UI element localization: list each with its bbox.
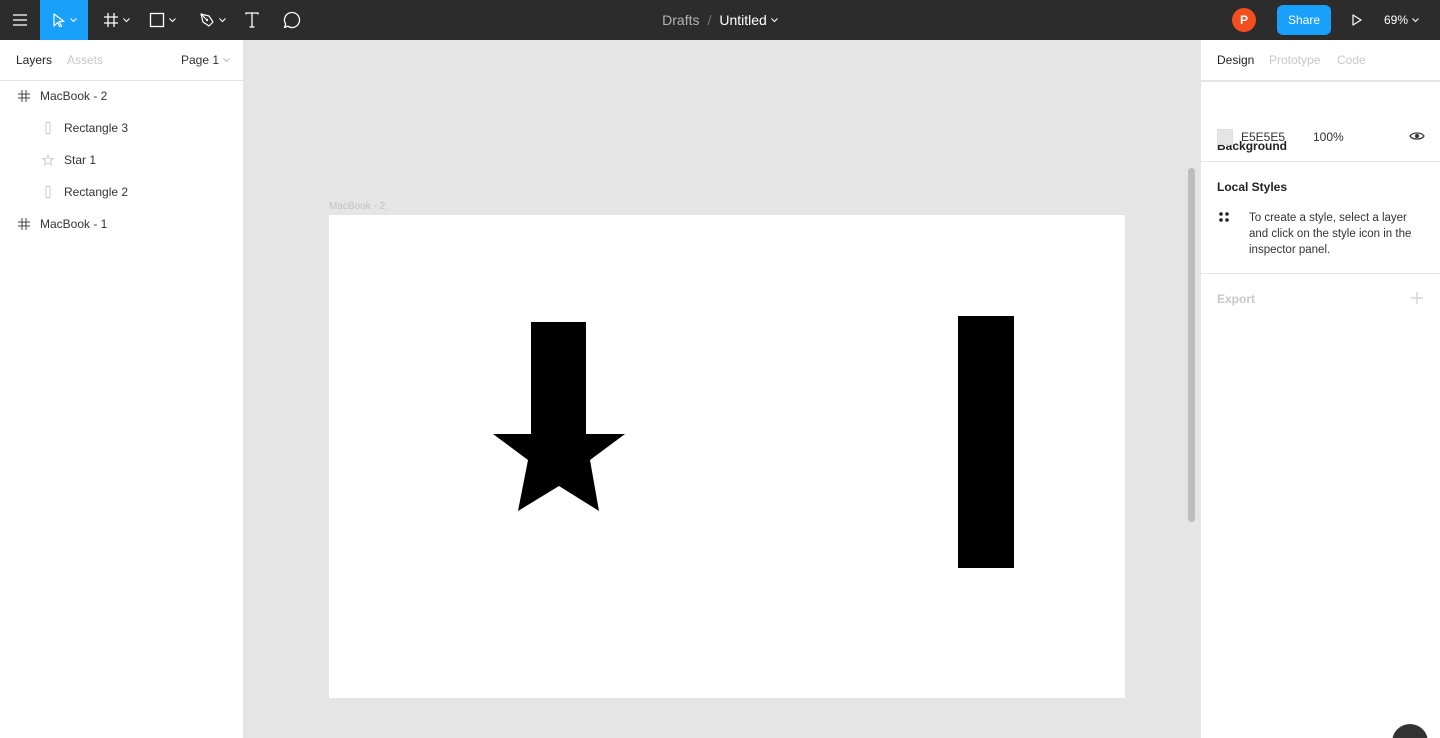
frame-tool-button[interactable]: [96, 0, 136, 40]
canvas[interactable]: MacBook - 2: [244, 40, 1200, 738]
pen-tool-icon: [199, 13, 214, 27]
zoom-menu[interactable]: 69%: [1384, 0, 1432, 40]
layer-row-rectangle-3[interactable]: Rectangle 3: [41, 112, 128, 144]
text-tool-button[interactable]: [236, 0, 268, 40]
layer-row-macbook-1[interactable]: MacBook - 1: [17, 208, 107, 240]
right-panel-tabs: Design Prototype Code: [1201, 40, 1440, 81]
chevron-down-icon: [770, 17, 778, 22]
frame-tool-icon: [103, 13, 118, 27]
background-hex-input[interactable]: E5E5E5: [1241, 130, 1285, 144]
rectangle-3-shape[interactable]: [531, 322, 586, 440]
layer-name: MacBook - 2: [40, 89, 108, 103]
layer-row-rectangle-2[interactable]: Rectangle 2: [41, 176, 128, 208]
background-section: Background: [1201, 81, 1440, 153]
export-title: Export: [1217, 292, 1256, 306]
inspector-panel: Design Prototype Code Background E5E5E5 …: [1200, 40, 1440, 738]
share-button[interactable]: Share: [1277, 5, 1331, 35]
chevron-down-icon: [168, 17, 176, 22]
layer-row-macbook-2[interactable]: MacBook - 2: [17, 80, 107, 112]
tab-code[interactable]: Code: [1337, 53, 1366, 67]
divider: [1201, 273, 1440, 274]
chevron-down-icon: [218, 17, 226, 22]
layer-name: Star 1: [64, 153, 97, 167]
pen-tool-button[interactable]: [192, 0, 232, 40]
comment-tool-button[interactable]: [276, 0, 308, 40]
layer-name: MacBook - 1: [40, 217, 108, 231]
vertical-scrollbar[interactable]: [1188, 168, 1195, 522]
frame-macbook-2[interactable]: [329, 215, 1125, 698]
text-tool-icon: [245, 12, 259, 28]
chevron-down-icon: [122, 17, 130, 22]
top-toolbar: Drafts / Untitled P Share 69%: [0, 0, 1440, 40]
rectangle-tool-icon: [149, 12, 164, 28]
breadcrumb-drafts-link[interactable]: Drafts: [662, 12, 699, 28]
page-selector[interactable]: Page 1: [181, 53, 230, 67]
file-name: Untitled: [719, 12, 767, 28]
user-avatar[interactable]: P: [1232, 8, 1256, 32]
style-grid-icon: [1219, 212, 1229, 222]
local-styles-hint: To create a style, select a layer and cl…: [1249, 212, 1412, 256]
layer-row-star-1[interactable]: Star 1: [41, 144, 96, 176]
background-opacity-input[interactable]: 100%: [1313, 130, 1344, 144]
tab-layers[interactable]: Layers: [16, 53, 52, 67]
tab-design[interactable]: Design: [1217, 53, 1254, 67]
left-panel-tabs: Layers Assets Page 1: [0, 40, 243, 81]
star-1-shape[interactable]: [493, 434, 625, 531]
present-button[interactable]: [1344, 0, 1370, 40]
background-color-swatch[interactable]: [1217, 129, 1233, 145]
chevron-down-icon: [1412, 17, 1419, 22]
move-tool-icon: [52, 13, 65, 27]
tab-assets[interactable]: Assets: [67, 53, 103, 67]
rectangle-icon: [41, 185, 55, 199]
layers-panel: Layers Assets Page 1 MacBook - 2 Rectang…: [0, 40, 244, 738]
file-name-menu[interactable]: Untitled: [719, 12, 778, 28]
shape-tool-button[interactable]: [142, 0, 182, 40]
layer-name: Rectangle 2: [64, 185, 129, 199]
rectangle-2-shape[interactable]: [958, 316, 1014, 568]
main-menu-button[interactable]: [0, 0, 40, 40]
plus-icon[interactable]: [1410, 291, 1424, 305]
eye-icon[interactable]: [1409, 128, 1425, 144]
zoom-level: 69%: [1384, 13, 1409, 27]
chevron-down-icon: [223, 57, 230, 62]
tab-prototype[interactable]: Prototype: [1269, 53, 1320, 67]
star-icon: [41, 153, 55, 167]
chevron-down-icon: [69, 17, 77, 22]
rectangle-icon: [41, 121, 55, 135]
comment-icon: [283, 11, 301, 29]
local-styles-title: Local Styles: [1217, 180, 1288, 194]
divider: [1201, 161, 1440, 162]
page-name: Page 1: [181, 53, 220, 67]
layer-name: Rectangle 3: [64, 121, 129, 135]
menu-icon: [13, 14, 27, 26]
frame-icon: [17, 217, 31, 231]
frame-label[interactable]: MacBook - 2: [329, 201, 385, 212]
move-tool-button[interactable]: [40, 0, 88, 40]
breadcrumb-separator: /: [707, 12, 712, 28]
play-icon: [1352, 14, 1362, 26]
frame-icon: [17, 89, 31, 103]
